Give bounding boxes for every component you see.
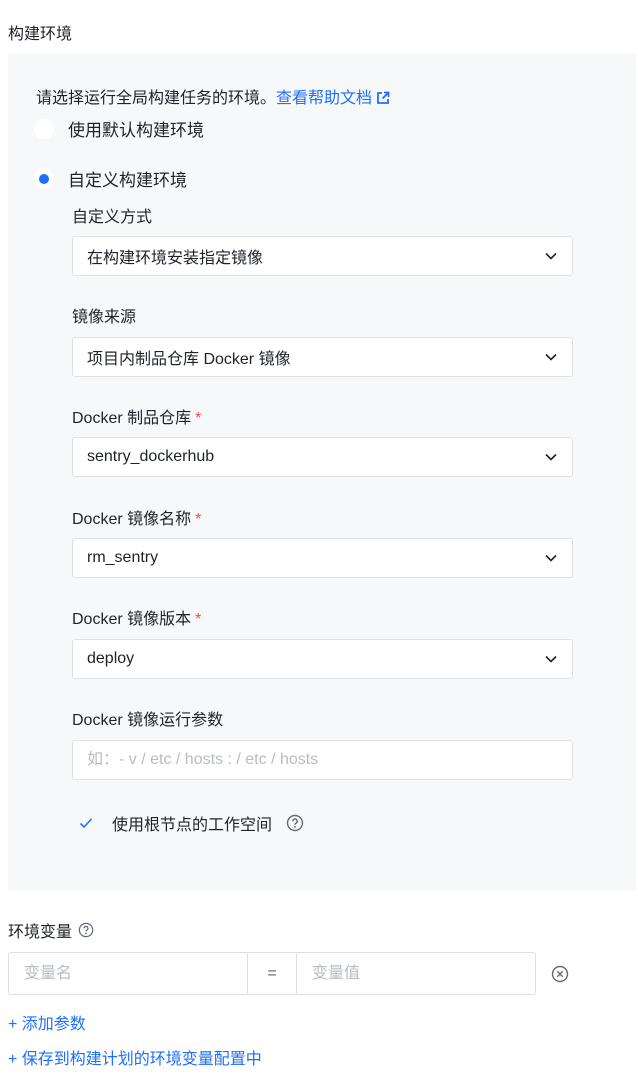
docker-run-args-label: Docker 镜像运行参数 bbox=[72, 712, 224, 729]
radio-custom-label[interactable]: 自定义构建环境 bbox=[68, 166, 187, 191]
docker-image-name-select[interactable]: rm_sentry bbox=[72, 538, 573, 578]
radio-custom-env[interactable]: 自定义构建环境 bbox=[34, 166, 187, 191]
help-doc-link[interactable]: 查看帮助文档 bbox=[276, 90, 390, 107]
docker-image-name-value: rm_sentry bbox=[87, 549, 159, 566]
use-root-workspace-label[interactable]: 使用根节点的工作空间 bbox=[112, 811, 272, 835]
env-vars-title-text: 环境变量 bbox=[8, 924, 73, 941]
question-circle-icon[interactable] bbox=[78, 922, 94, 938]
equals-sign: = bbox=[248, 953, 297, 994]
custom-method-value: 在构建环境安装指定镜像 bbox=[87, 250, 264, 267]
docker-repo-label: Docker 制品仓库 * bbox=[72, 404, 201, 428]
intro-text: 请选择运行全局构建任务的环境。查看帮助文档 bbox=[36, 84, 390, 108]
custom-method-label: 自定义方式 bbox=[72, 209, 153, 226]
add-param-link[interactable]: + 添加参数 bbox=[8, 1010, 86, 1034]
docker-run-args-input[interactable] bbox=[72, 740, 573, 780]
radio-default-circle[interactable] bbox=[34, 118, 54, 139]
docker-image-version-value: deploy bbox=[87, 650, 135, 667]
intro-description: 请选择运行全局构建任务的环境。 bbox=[36, 90, 277, 107]
close-circle-icon[interactable] bbox=[551, 965, 569, 983]
docker-image-name-label: Docker 镜像名称 * bbox=[72, 505, 201, 529]
image-source-select[interactable]: 项目内制品仓库 Docker 镜像 bbox=[72, 337, 573, 377]
radio-custom-circle[interactable] bbox=[34, 168, 54, 189]
docker-image-version-select[interactable]: deploy bbox=[72, 639, 573, 679]
radio-default-env[interactable]: 使用默认构建环境 bbox=[34, 116, 204, 141]
required-mark: * bbox=[195, 511, 202, 528]
checkmark-icon[interactable] bbox=[78, 815, 94, 831]
env-var-row: = bbox=[8, 952, 536, 995]
image-source-value: 项目内制品仓库 Docker 镜像 bbox=[87, 351, 291, 368]
docker-image-version-label-text: Docker 镜像版本 bbox=[72, 611, 192, 628]
docker-repo-value: sentry_dockerhub bbox=[87, 448, 215, 465]
docker-repo-label-text: Docker 制品仓库 bbox=[72, 410, 192, 427]
use-root-workspace-option[interactable]: 使用根节点的工作空间 bbox=[72, 811, 304, 835]
chevron-down-icon bbox=[545, 353, 557, 361]
save-to-plan-link[interactable]: + 保存到构建计划的环境变量配置中 bbox=[8, 1045, 262, 1069]
chevron-down-icon bbox=[545, 554, 557, 562]
radio-default-label[interactable]: 使用默认构建环境 bbox=[68, 116, 204, 141]
docker-image-version-label: Docker 镜像版本 * bbox=[72, 605, 201, 629]
env-vars-title: 环境变量 bbox=[8, 918, 94, 942]
required-mark: * bbox=[195, 410, 202, 427]
build-env-title: 构建环境 bbox=[8, 26, 73, 43]
chevron-down-icon bbox=[545, 252, 557, 260]
custom-method-select[interactable]: 在构建环境安装指定镜像 bbox=[72, 236, 573, 276]
chevron-down-icon bbox=[545, 655, 557, 663]
help-doc-link-label[interactable]: 查看帮助文档 bbox=[276, 90, 372, 107]
docker-image-name-label-text: Docker 镜像名称 bbox=[72, 511, 192, 528]
chevron-down-icon bbox=[545, 453, 557, 461]
env-var-value-input[interactable] bbox=[297, 953, 535, 994]
docker-repo-select[interactable]: sentry_dockerhub bbox=[72, 437, 573, 477]
env-var-key-input[interactable] bbox=[9, 953, 248, 994]
required-mark: * bbox=[195, 611, 202, 628]
image-source-label: 镜像来源 bbox=[72, 309, 137, 326]
external-link-icon[interactable] bbox=[376, 91, 390, 105]
question-circle-icon[interactable] bbox=[286, 814, 304, 832]
